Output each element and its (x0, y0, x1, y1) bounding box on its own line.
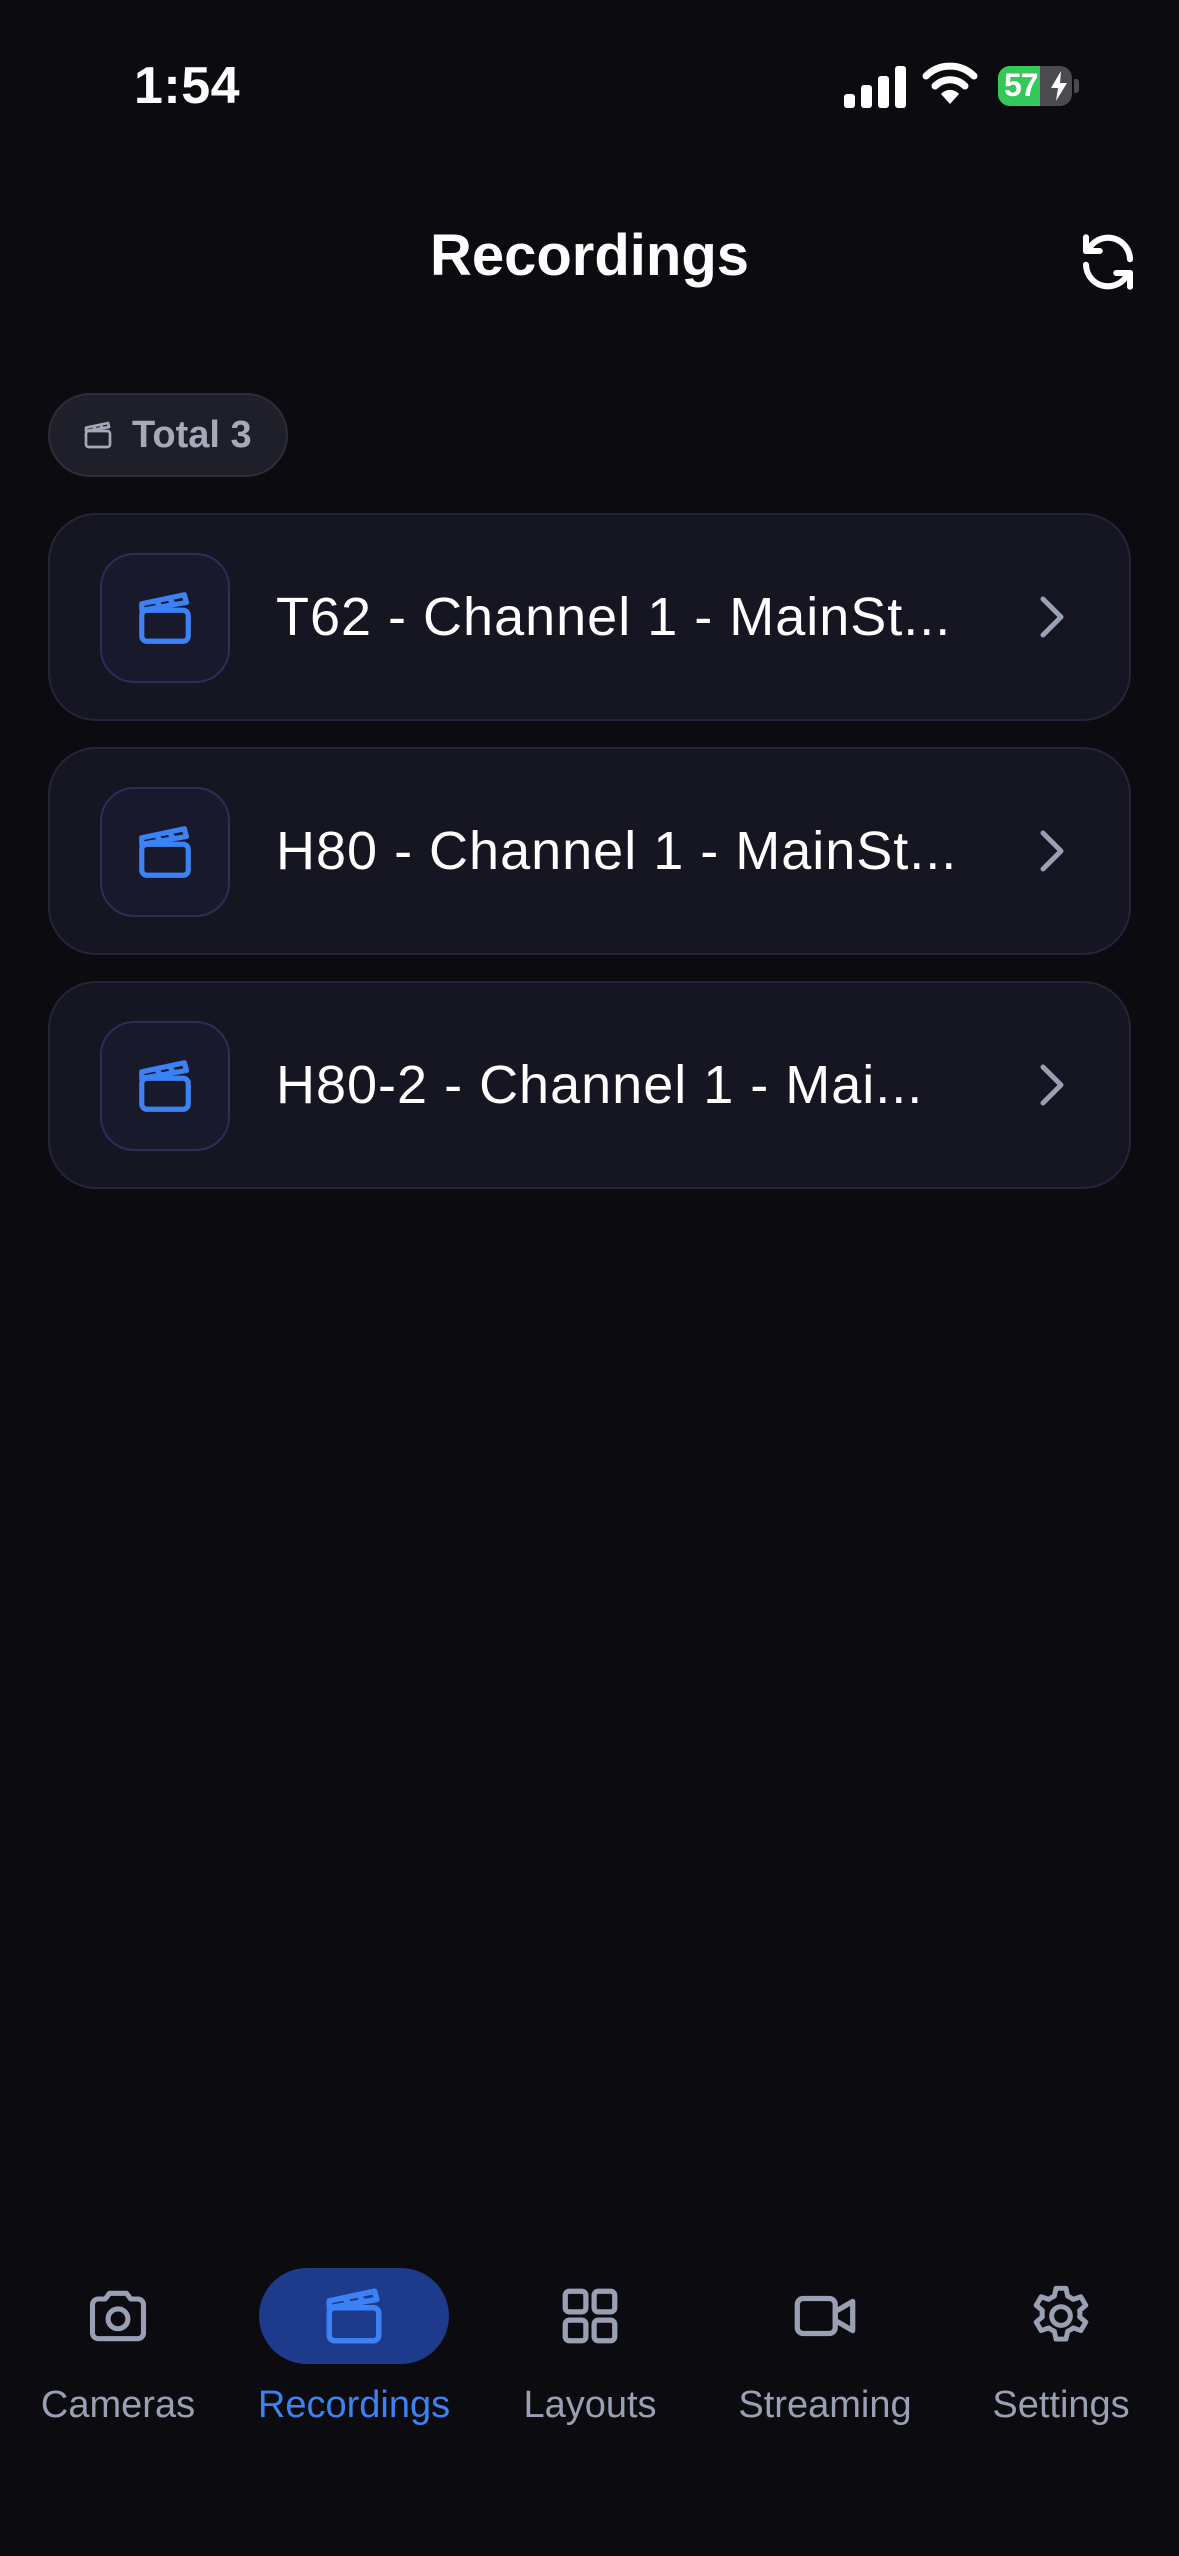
battery-level: 57 (1004, 67, 1039, 103)
clapperboard-icon (139, 826, 191, 878)
cellular-signal-icon (844, 66, 906, 108)
tab-label: Streaming (738, 2384, 912, 2426)
recording-title: H80 - Channel 1 - MainSt... (276, 821, 958, 881)
recording-title: H80-2 - Channel 1 - Mai... (276, 1055, 924, 1115)
clapperboard-icon (82, 419, 114, 451)
grid-icon (562, 2288, 618, 2344)
tab-recordings[interactable]: Recordings (249, 2268, 459, 2468)
recordings-list: T62 - Channel 1 - MainSt... H80 - Channe… (48, 513, 1131, 1215)
clapperboard-icon (326, 2288, 382, 2344)
tab-bar: Cameras Recordings Layouts Streaming Set… (0, 2240, 1179, 2556)
recording-title: T62 - Channel 1 - MainSt... (276, 587, 952, 647)
gear-icon (1033, 2285, 1089, 2342)
tab-streaming[interactable]: Streaming (720, 2268, 930, 2468)
refresh-button[interactable] (1068, 222, 1148, 302)
tab-label: Settings (992, 2384, 1130, 2426)
page-title: Recordings (429, 223, 750, 288)
tab-label: Recordings (257, 2384, 451, 2426)
video-icon (794, 2295, 856, 2337)
status-time: 1:54 (134, 57, 241, 115)
tab-layouts[interactable]: Layouts (485, 2268, 695, 2468)
chevron-right-icon (1040, 830, 1064, 872)
tab-label: Layouts (523, 2384, 657, 2426)
camera-icon (89, 2290, 147, 2342)
refresh-icon (1082, 234, 1134, 290)
battery-charging-icon: 57 (998, 66, 1079, 106)
status-bar: 1:54 57 (0, 0, 1179, 170)
tab-label: Cameras (40, 2384, 196, 2426)
tab-settings[interactable]: Settings (956, 2268, 1166, 2468)
recording-card[interactable]: H80 - Channel 1 - MainSt... (48, 747, 1131, 955)
recording-thumbnail (100, 1021, 230, 1151)
total-count-label: Total 3 (132, 413, 252, 456)
clapperboard-icon (139, 592, 191, 644)
recording-card[interactable]: T62 - Channel 1 - MainSt... (48, 513, 1131, 721)
recording-thumbnail (100, 787, 230, 917)
tab-cameras[interactable]: Cameras (13, 2268, 223, 2468)
active-tab-indicator (259, 2268, 449, 2364)
wifi-icon (922, 62, 978, 104)
recording-card[interactable]: H80-2 - Channel 1 - Mai... (48, 981, 1131, 1189)
recording-thumbnail (100, 553, 230, 683)
chevron-right-icon (1040, 596, 1064, 638)
total-count-badge: Total 3 (48, 393, 288, 477)
charging-bolt-icon (1051, 71, 1067, 101)
chevron-right-icon (1040, 1064, 1064, 1106)
clapperboard-icon (139, 1060, 191, 1112)
